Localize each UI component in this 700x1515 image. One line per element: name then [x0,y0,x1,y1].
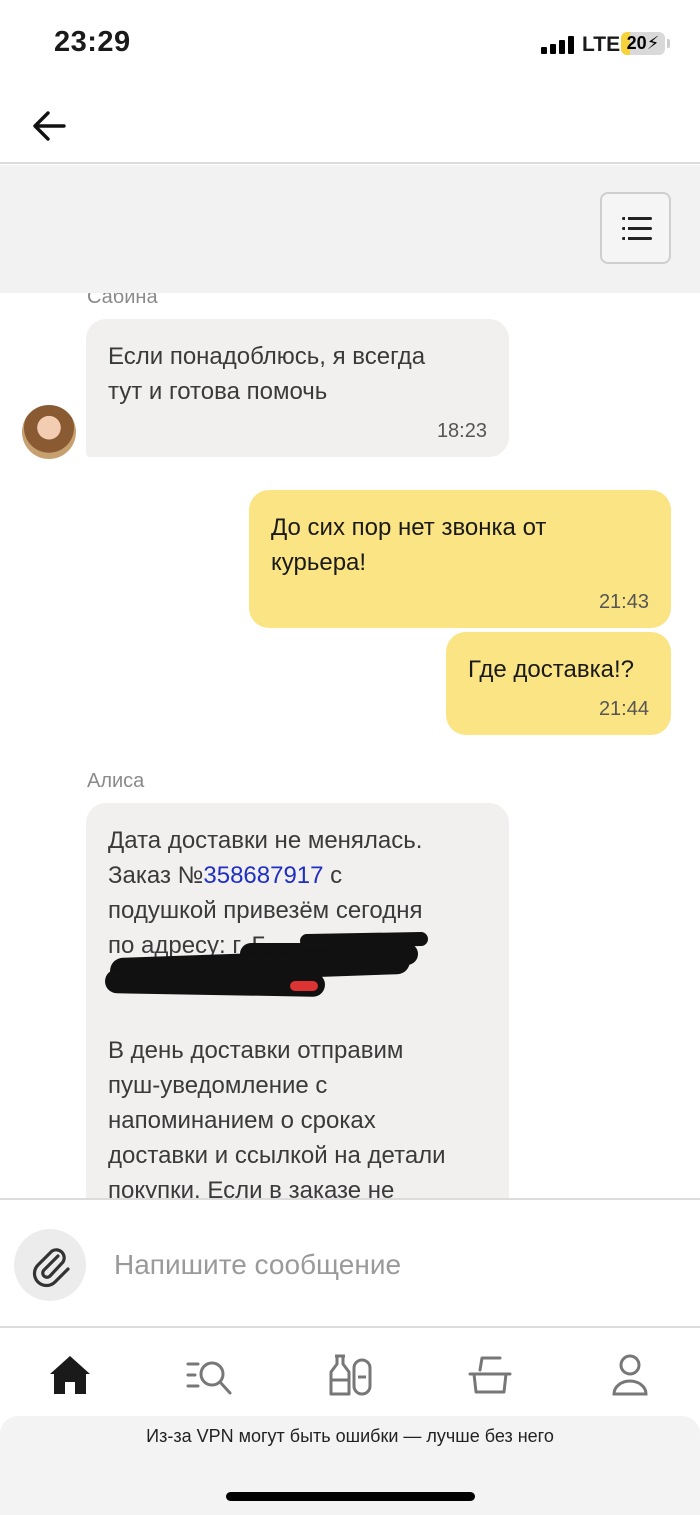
back-button[interactable] [28,104,72,148]
top-nav [0,90,700,164]
message-line: курьера! [271,549,367,576]
message-input[interactable] [114,1242,674,1288]
outgoing-message: До сих пор нет звонка от курьера! 21:43 [249,490,671,628]
message-composer [0,1198,700,1328]
message-line: напоминанием о сроках [108,1107,376,1134]
tab-products[interactable] [320,1350,380,1400]
incoming-message: Дата доставки не менялась. Заказ №358687… [86,803,509,1198]
attach-button[interactable] [14,1229,86,1301]
operator-avatar [22,405,76,459]
arrow-left-icon [33,111,66,141]
message-line: Где доставка!? [468,656,634,683]
outgoing-message: Где доставка!? 21:44 [446,632,671,735]
tab-cart[interactable] [460,1350,520,1400]
status-time: 23:29 [54,26,131,58]
battery-percent: 20 [626,33,647,53]
network-type: LTE [582,33,621,56]
chat-menu-button[interactable] [600,192,671,264]
vpn-warning-banner: Из-за VPN могут быть ошибки — лучше без … [0,1416,700,1515]
bottom-tab-bar [0,1330,700,1416]
basket-icon [468,1356,512,1394]
tab-profile[interactable] [600,1350,660,1400]
incoming-message: Если понадоблюсь, я всегда тут и готова … [86,319,509,457]
bottles-icon [329,1354,372,1396]
vpn-warning-text: Из-за VPN могут быть ошибки — лучше без … [146,1426,554,1446]
tab-home[interactable] [40,1350,100,1400]
sender-name: Сабина [87,293,158,308]
message-line: До сих пор нет звонка от [271,514,547,541]
catalog-search-icon [186,1361,232,1395]
message-time: 18:23 [436,420,487,442]
message-time: 21:43 [598,591,649,613]
message-line: Дата доставки не менялась. [108,827,423,854]
paperclip-icon [32,1248,70,1288]
profile-icon [612,1354,648,1396]
tab-catalog[interactable] [180,1350,240,1400]
message-line: доставки и ссылкой на детали [108,1142,446,1169]
battery-icon: 20⚡ [621,32,665,55]
home-icon [50,1356,90,1394]
sender-name: Алиса [87,770,145,792]
message-line: В день доставки отправим [108,1037,404,1064]
battery-tip [667,39,670,48]
message-line: тут и готова помочь [108,378,328,405]
charging-bolt-icon: ⚡ [646,33,660,53]
home-indicator[interactable] [226,1492,475,1501]
chat-toolbar [0,165,700,293]
message-line: Заказ №358687917 с [108,862,343,889]
signal-strength-icon [541,36,575,54]
message-line: пуш-уведомление с [108,1072,328,1099]
message-time: 21:44 [598,698,649,720]
message-line: подушкой привезём сегодня [108,897,423,924]
message-line: покупки. Если в заказе не [108,1177,395,1198]
message-list[interactable]: Сабина Если понадоблюсь, я всегда тут и … [0,293,700,1198]
message-line: Если понадоблюсь, я всегда [108,343,426,370]
order-number-link[interactable]: 358687917 [203,862,323,889]
status-bar: 23:29 LTE 20⚡ [0,0,700,90]
